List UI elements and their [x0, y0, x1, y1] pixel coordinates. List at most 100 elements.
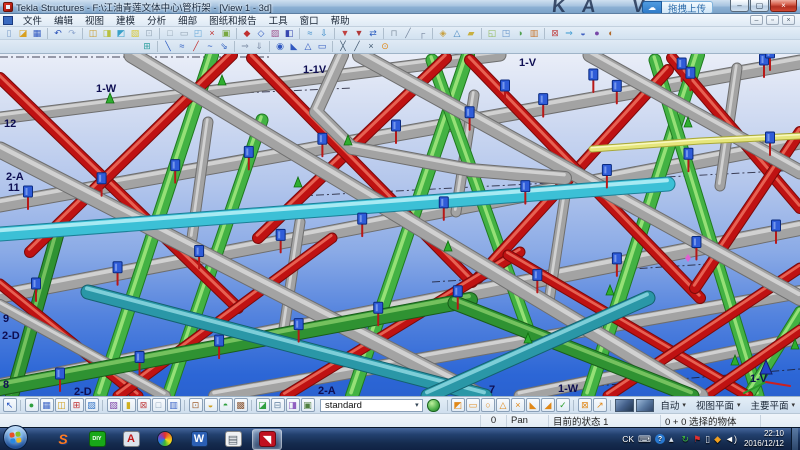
select-cursor-icon[interactable]: ↖ [3, 398, 17, 412]
tool-icon[interactable]: ⊓ [388, 27, 401, 39]
tool-icon[interactable]: ┌ [416, 27, 429, 39]
model-viewport[interactable] [0, 54, 800, 396]
tool-icon[interactable]: ▭ [316, 41, 329, 53]
tool-icon[interactable]: ≈ [176, 41, 189, 53]
tool-icon[interactable]: ◫ [87, 27, 100, 39]
tool-icon[interactable]: × [206, 27, 219, 39]
tool-icon[interactable]: ▧ [129, 27, 142, 39]
start-button[interactable] [3, 425, 28, 450]
alert-icon[interactable]: ◆ [714, 434, 721, 445]
child-minimize-button[interactable]: – [750, 15, 763, 25]
tool-icon[interactable]: × [365, 41, 378, 53]
undo-icon[interactable]: ↶ [52, 27, 65, 39]
selection-filter-combo[interactable]: standard ▾ [320, 399, 423, 412]
tool-icon[interactable]: ╳ [337, 41, 350, 53]
combo-arrow-icon[interactable]: ▾ [411, 400, 422, 411]
save-icon[interactable]: ▦ [31, 27, 44, 39]
tool-icon[interactable]: ▣ [220, 27, 233, 39]
show-desktop-button[interactable] [791, 428, 798, 450]
tool-icon[interactable]: ╱ [190, 41, 203, 53]
cloud-uploader[interactable]: ☁ 拖拽上传 [642, 1, 713, 14]
globe-icon[interactable] [427, 399, 439, 412]
tool-icon[interactable]: ◣ [288, 41, 301, 53]
clock[interactable]: 22:10 2016/12/12 [744, 429, 784, 449]
tool-icon[interactable]: ◪ [256, 398, 270, 412]
tool-icon[interactable]: ▭ [466, 398, 480, 412]
snap-check-icon[interactable]: ✓ [556, 398, 570, 412]
menu-7[interactable]: 图纸和报告 [203, 13, 263, 27]
taskbar-app-cad[interactable]: A [116, 429, 146, 450]
view-thumb-1[interactable] [615, 399, 634, 412]
menu-5[interactable]: 分析 [141, 13, 172, 27]
tool-icon[interactable]: ◐ [605, 27, 618, 39]
help-icon[interactable]: ? [655, 434, 665, 444]
tool-icon[interactable]: ◈ [437, 27, 450, 39]
tool-icon[interactable]: ◒ [577, 27, 590, 39]
tool-icon[interactable]: ▩ [234, 398, 248, 412]
tool-icon[interactable]: ● [591, 27, 604, 39]
tool-icon[interactable]: □ [164, 27, 177, 39]
menu-2[interactable]: 编辑 [48, 13, 79, 27]
tool-icon[interactable]: ⊠ [137, 398, 151, 412]
taskbar-app-tekla[interactable]: ◥ [252, 429, 282, 450]
taskbar-app-sogou[interactable]: S [48, 429, 78, 450]
tool-icon[interactable]: ○ [481, 398, 495, 412]
tool-icon[interactable]: ⊡ [189, 398, 203, 412]
tool-icon[interactable]: ╱ [351, 41, 364, 53]
close-button[interactable]: × [770, 0, 797, 12]
tool-icon[interactable]: ≈ [304, 27, 317, 39]
tool-icon[interactable]: ⊠ [549, 27, 562, 39]
open-icon[interactable]: ◪ [17, 27, 30, 39]
tool-icon[interactable]: ⇄ [367, 27, 380, 39]
tool-icon[interactable]: ◫ [55, 398, 69, 412]
tool-icon[interactable]: ⇩ [318, 27, 331, 39]
update-icon[interactable]: ↻ [682, 434, 690, 445]
tool-icon[interactable]: ▥ [528, 27, 541, 39]
child-restore-button[interactable]: ▫ [766, 15, 779, 25]
tool-icon[interactable]: ◰ [192, 27, 205, 39]
menu-8[interactable]: 工具 [263, 13, 294, 27]
keyboard-icon[interactable]: ⌨ [638, 434, 651, 445]
menu-1[interactable]: 文件 [17, 13, 48, 27]
menu-3[interactable]: 视图 [79, 13, 110, 27]
menu-10[interactable]: 帮助 [325, 13, 356, 27]
tool-icon[interactable]: ◑ [514, 27, 527, 39]
tool-icon[interactable]: ▭ [178, 27, 191, 39]
tool-icon[interactable]: ⇓ [253, 41, 266, 53]
tool-icon[interactable]: △ [496, 398, 510, 412]
upload-button[interactable]: 拖拽上传 [662, 1, 713, 14]
tool-icon[interactable]: ◢ [541, 398, 555, 412]
tool-icon[interactable]: ▮ [122, 398, 136, 412]
tool-icon[interactable]: ◉ [274, 41, 287, 53]
tool-icon[interactable]: ◳ [500, 27, 513, 39]
taskbar-app-pinwheel[interactable] [150, 429, 180, 450]
tool-icon[interactable]: ~ [204, 41, 217, 53]
tool-icon[interactable]: ◨ [101, 27, 114, 39]
tool-icon[interactable]: ⊙ [379, 41, 392, 53]
auto-plane-dropdown[interactable]: 自动▾ [655, 398, 691, 412]
tool-icon[interactable]: □ [152, 398, 166, 412]
menu-6[interactable]: 细部 [172, 13, 203, 27]
tool-icon[interactable]: ▦ [40, 398, 54, 412]
view-plane-dropdown[interactable]: 视图平面▾ [691, 398, 746, 412]
tool-icon[interactable]: ⇒ [239, 41, 252, 53]
tool-icon[interactable]: ● [25, 398, 39, 412]
tool-icon[interactable]: ◆ [241, 27, 254, 39]
menu-9[interactable]: 窗口 [294, 13, 325, 27]
tool-icon[interactable]: ⊟ [271, 398, 285, 412]
tool-icon[interactable]: ◒ [204, 398, 218, 412]
tool-icon[interactable]: ⊞ [70, 398, 84, 412]
tool-icon[interactable]: △ [302, 41, 315, 53]
tool-icon[interactable]: × [511, 398, 525, 412]
tool-icon[interactable]: ◓ [219, 398, 233, 412]
taskbar-app-diy[interactable]: DIY [82, 429, 112, 450]
tool-icon[interactable]: ▣ [301, 398, 315, 412]
tool-icon[interactable]: ◩ [115, 27, 128, 39]
tool-icon[interactable]: ⇒ [563, 27, 576, 39]
tool-icon[interactable]: ⊠ [578, 398, 592, 412]
tool-icon[interactable]: ◇ [255, 27, 268, 39]
tool-icon[interactable]: ▧ [107, 398, 121, 412]
tool-icon[interactable]: ◣ [526, 398, 540, 412]
tool-icon[interactable]: ◩ [451, 398, 465, 412]
tool-icon[interactable]: ↗ [593, 398, 607, 412]
